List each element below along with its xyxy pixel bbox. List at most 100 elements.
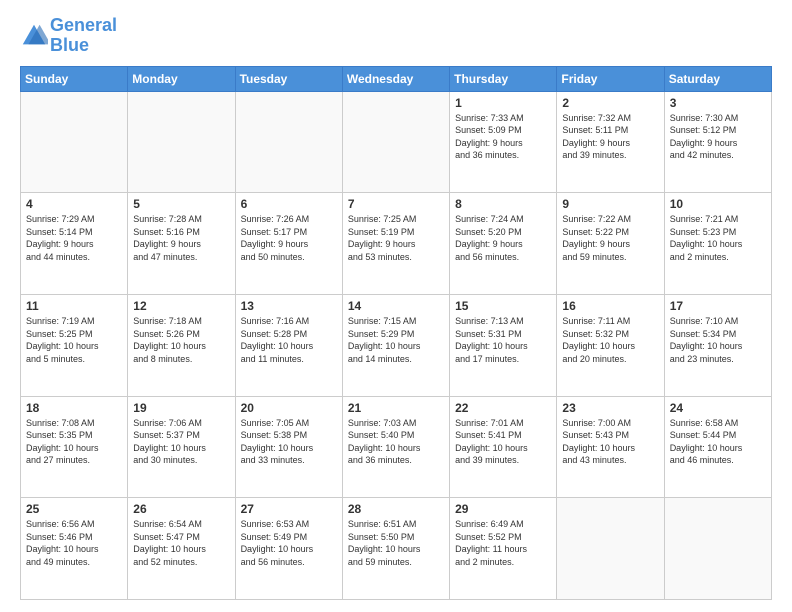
day-info: Sunrise: 7:05 AM Sunset: 5:38 PM Dayligh… (241, 417, 337, 467)
day-info: Sunrise: 7:33 AM Sunset: 5:09 PM Dayligh… (455, 112, 551, 162)
calendar-cell: 25 Sunrise: 6:56 AM Sunset: 5:46 PM Dayli… (21, 498, 128, 600)
logo-icon (20, 22, 48, 50)
calendar-week-row: 25 Sunrise: 6:56 AM Sunset: 5:46 PM Dayli… (21, 498, 772, 600)
calendar-cell (557, 498, 664, 600)
day-info: Sunrise: 7:00 AM Sunset: 5:43 PM Dayligh… (562, 417, 658, 467)
day-info: Sunrise: 7:24 AM Sunset: 5:20 PM Dayligh… (455, 213, 551, 263)
calendar-cell: 26 Sunrise: 6:54 AM Sunset: 5:47 PM Dayli… (128, 498, 235, 600)
day-info: Sunrise: 6:53 AM Sunset: 5:49 PM Dayligh… (241, 518, 337, 568)
calendar-cell: 6 Sunrise: 7:26 AM Sunset: 5:17 PM Daylig… (235, 193, 342, 295)
weekday-header-cell: Saturday (664, 66, 771, 91)
day-info: Sunrise: 7:26 AM Sunset: 5:17 PM Dayligh… (241, 213, 337, 263)
logo-line1: General (50, 15, 117, 35)
day-info: Sunrise: 7:25 AM Sunset: 5:19 PM Dayligh… (348, 213, 444, 263)
day-info: Sunrise: 7:18 AM Sunset: 5:26 PM Dayligh… (133, 315, 229, 365)
calendar-cell: 19Sunrise: 7:06 AM Sunset: 5:37 PM Dayli… (128, 396, 235, 498)
weekday-header-cell: Thursday (450, 66, 557, 91)
calendar-week-row: 1 Sunrise: 7:33 AM Sunset: 5:09 PM Daylig… (21, 91, 772, 193)
day-number: 16 (562, 299, 658, 313)
day-info: Sunrise: 7:11 AM Sunset: 5:32 PM Dayligh… (562, 315, 658, 365)
calendar-cell: 11 Sunrise: 7:19 AM Sunset: 5:25 PM Dayli… (21, 294, 128, 396)
logo-line2: Blue (50, 36, 117, 56)
day-info: Sunrise: 7:13 AM Sunset: 5:31 PM Dayligh… (455, 315, 551, 365)
day-info: Sunrise: 7:03 AM Sunset: 5:40 PM Dayligh… (348, 417, 444, 467)
calendar-cell: 17Sunrise: 7:10 AM Sunset: 5:34 PM Dayli… (664, 294, 771, 396)
day-number: 14 (348, 299, 444, 313)
weekday-header-row: SundayMondayTuesdayWednesdayThursdayFrid… (21, 66, 772, 91)
calendar-cell: 8 Sunrise: 7:24 AM Sunset: 5:20 PM Daylig… (450, 193, 557, 295)
day-info: Sunrise: 7:19 AM Sunset: 5:25 PM Dayligh… (26, 315, 122, 365)
day-number: 29 (455, 502, 551, 516)
calendar-cell: 28 Sunrise: 6:51 AM Sunset: 5:50 PM Dayli… (342, 498, 449, 600)
day-number: 8 (455, 197, 551, 211)
day-number: 15 (455, 299, 551, 313)
day-number: 24 (670, 401, 766, 415)
calendar-cell (235, 91, 342, 193)
calendar-cell: 29Sunrise: 6:49 AM Sunset: 5:52 PM Dayli… (450, 498, 557, 600)
calendar-cell (664, 498, 771, 600)
calendar-week-row: 11 Sunrise: 7:19 AM Sunset: 5:25 PM Dayli… (21, 294, 772, 396)
day-number: 9 (562, 197, 658, 211)
calendar-cell: 4 Sunrise: 7:29 AM Sunset: 5:14 PM Daylig… (21, 193, 128, 295)
weekday-header-cell: Tuesday (235, 66, 342, 91)
day-info: Sunrise: 6:54 AM Sunset: 5:47 PM Dayligh… (133, 518, 229, 568)
calendar-cell: 9 Sunrise: 7:22 AM Sunset: 5:22 PM Daylig… (557, 193, 664, 295)
calendar-cell: 23 Sunrise: 7:00 AM Sunset: 5:43 PM Dayli… (557, 396, 664, 498)
calendar-cell: 21 Sunrise: 7:03 AM Sunset: 5:40 PM Dayli… (342, 396, 449, 498)
weekday-header-cell: Monday (128, 66, 235, 91)
calendar-cell (21, 91, 128, 193)
day-number: 11 (26, 299, 122, 313)
calendar-cell: 27 Sunrise: 6:53 AM Sunset: 5:49 PM Dayli… (235, 498, 342, 600)
day-number: 12 (133, 299, 229, 313)
calendar-cell: 10 Sunrise: 7:21 AM Sunset: 5:23 PM Dayli… (664, 193, 771, 295)
day-info: Sunrise: 7:15 AM Sunset: 5:29 PM Dayligh… (348, 315, 444, 365)
logo-text: General Blue (50, 16, 117, 56)
day-info: Sunrise: 7:10 AM Sunset: 5:34 PM Dayligh… (670, 315, 766, 365)
header: General Blue (20, 16, 772, 56)
weekday-header-cell: Sunday (21, 66, 128, 91)
day-number: 19 (133, 401, 229, 415)
day-number: 6 (241, 197, 337, 211)
day-info: Sunrise: 7:28 AM Sunset: 5:16 PM Dayligh… (133, 213, 229, 263)
calendar-week-row: 4 Sunrise: 7:29 AM Sunset: 5:14 PM Daylig… (21, 193, 772, 295)
calendar-cell: 14 Sunrise: 7:15 AM Sunset: 5:29 PM Dayli… (342, 294, 449, 396)
day-number: 25 (26, 502, 122, 516)
day-number: 21 (348, 401, 444, 415)
calendar-cell: 7Sunrise: 7:25 AM Sunset: 5:19 PM Daylig… (342, 193, 449, 295)
day-info: Sunrise: 7:01 AM Sunset: 5:41 PM Dayligh… (455, 417, 551, 467)
calendar-week-row: 18Sunrise: 7:08 AM Sunset: 5:35 PM Dayli… (21, 396, 772, 498)
day-number: 27 (241, 502, 337, 516)
page: General Blue SundayMondayTuesdayWednesda… (0, 0, 792, 612)
day-info: Sunrise: 6:51 AM Sunset: 5:50 PM Dayligh… (348, 518, 444, 568)
day-info: Sunrise: 7:32 AM Sunset: 5:11 PM Dayligh… (562, 112, 658, 162)
day-info: Sunrise: 7:22 AM Sunset: 5:22 PM Dayligh… (562, 213, 658, 263)
calendar-body: 1 Sunrise: 7:33 AM Sunset: 5:09 PM Daylig… (21, 91, 772, 599)
calendar-cell: 13Sunrise: 7:16 AM Sunset: 5:28 PM Dayli… (235, 294, 342, 396)
day-number: 28 (348, 502, 444, 516)
calendar-cell: 18Sunrise: 7:08 AM Sunset: 5:35 PM Dayli… (21, 396, 128, 498)
calendar-cell: 12 Sunrise: 7:18 AM Sunset: 5:26 PM Dayli… (128, 294, 235, 396)
day-info: Sunrise: 7:08 AM Sunset: 5:35 PM Dayligh… (26, 417, 122, 467)
weekday-header-cell: Wednesday (342, 66, 449, 91)
day-number: 10 (670, 197, 766, 211)
calendar-cell (342, 91, 449, 193)
logo: General Blue (20, 16, 117, 56)
calendar-cell: 15 Sunrise: 7:13 AM Sunset: 5:31 PM Dayli… (450, 294, 557, 396)
day-info: Sunrise: 7:21 AM Sunset: 5:23 PM Dayligh… (670, 213, 766, 263)
calendar-table: SundayMondayTuesdayWednesdayThursdayFrid… (20, 66, 772, 600)
calendar-cell: 1 Sunrise: 7:33 AM Sunset: 5:09 PM Daylig… (450, 91, 557, 193)
day-number: 1 (455, 96, 551, 110)
day-number: 20 (241, 401, 337, 415)
day-number: 23 (562, 401, 658, 415)
calendar-cell: 5Sunrise: 7:28 AM Sunset: 5:16 PM Daylig… (128, 193, 235, 295)
day-info: Sunrise: 6:58 AM Sunset: 5:44 PM Dayligh… (670, 417, 766, 467)
day-info: Sunrise: 7:29 AM Sunset: 5:14 PM Dayligh… (26, 213, 122, 263)
day-number: 3 (670, 96, 766, 110)
calendar-cell: 20 Sunrise: 7:05 AM Sunset: 5:38 PM Dayli… (235, 396, 342, 498)
day-info: Sunrise: 6:56 AM Sunset: 5:46 PM Dayligh… (26, 518, 122, 568)
weekday-header-cell: Friday (557, 66, 664, 91)
day-number: 4 (26, 197, 122, 211)
day-info: Sunrise: 7:30 AM Sunset: 5:12 PM Dayligh… (670, 112, 766, 162)
day-number: 26 (133, 502, 229, 516)
calendar-cell: 2Sunrise: 7:32 AM Sunset: 5:11 PM Daylig… (557, 91, 664, 193)
